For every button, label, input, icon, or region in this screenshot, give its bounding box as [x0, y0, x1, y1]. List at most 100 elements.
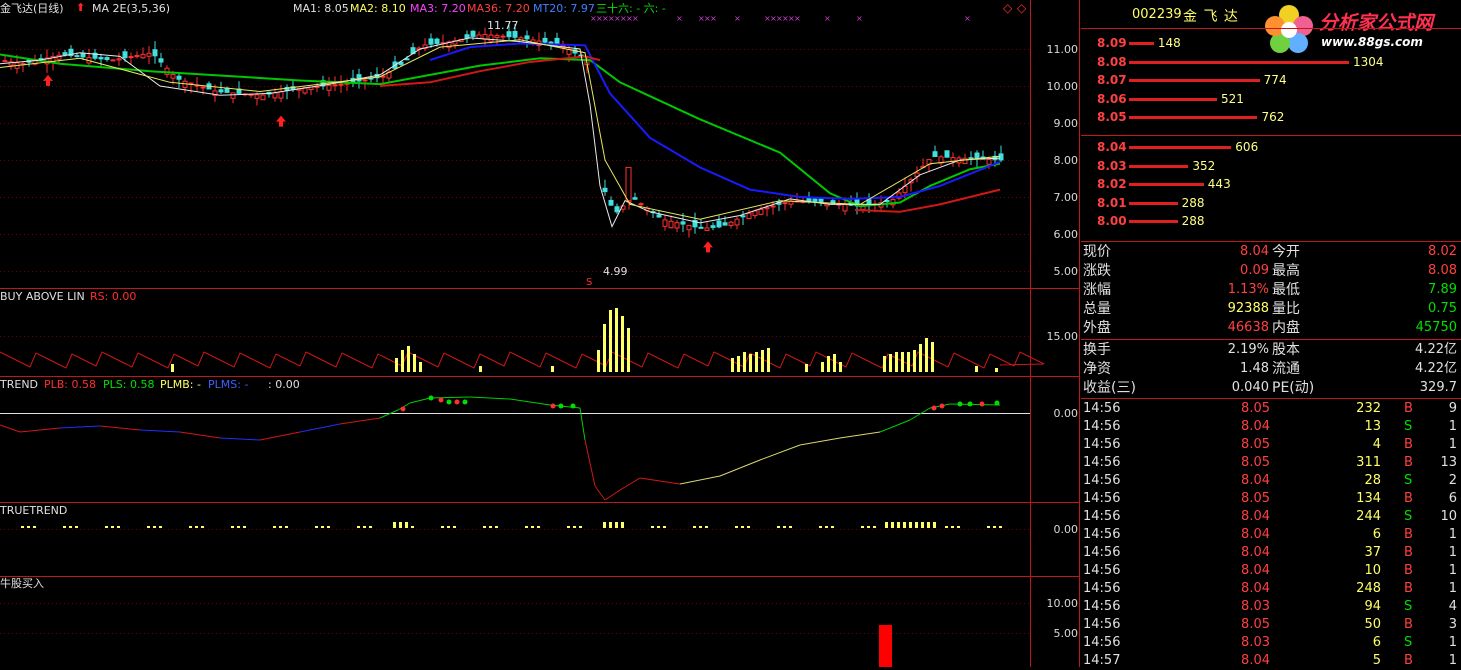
trend-dot [428, 395, 434, 401]
tick-side: B [1404, 653, 1413, 668]
buy-arrow-icon [43, 74, 53, 86]
diamond-icon[interactable]: ◇ [1003, 2, 1012, 14]
candle-body [494, 35, 500, 39]
tick-side: B [1404, 581, 1413, 596]
candle-body [782, 202, 788, 205]
candle-body [968, 157, 974, 160]
truetrend-bar [285, 526, 288, 528]
tick-row[interactable]: 14:56 8.03 6 S 1 [1081, 634, 1461, 652]
tick-time: 14:56 [1083, 527, 1121, 542]
tick-side: S [1404, 509, 1413, 524]
truetrend-bar [195, 526, 198, 528]
info-value: 0.040 [1231, 380, 1269, 395]
chart-area[interactable]: × × × × × × × × × × × × × × × × × × × × × × 金飞达(日线) ⬆ MA 2E(3… [0, 0, 1080, 667]
tick-row[interactable]: 14:56 8.05 232 B 9 [1081, 400, 1461, 418]
tick-time: 14:56 [1083, 491, 1121, 506]
trend-segment [469, 396, 511, 400]
chart-canvas[interactable]: × × × × × × × × × × × × × × × × × × × × × × [0, 0, 1080, 667]
book-bar [1129, 164, 1189, 168]
truetrend-bar [741, 526, 744, 528]
signal-marks: × × × × × × × × × × × × × × × × × × × × × × [43, 14, 971, 253]
book-price: 8.04 [1097, 140, 1127, 154]
candle-body [632, 197, 638, 200]
tick-row[interactable]: 14:56 8.04 10 B 1 [1081, 562, 1461, 580]
trend-segment [339, 417, 381, 425]
stock-code: 002239 [1132, 7, 1182, 22]
candle-body [98, 57, 104, 60]
stock-name: 金 飞 达 [1183, 9, 1239, 25]
book-price: 8.06 [1097, 91, 1127, 106]
book-volume: 521 [1221, 91, 1244, 106]
book-bar [1129, 220, 1178, 223]
tick-time: 14:56 [1083, 419, 1121, 434]
candle-body [704, 227, 710, 231]
panel2-rs: RS: 0.00 [90, 290, 137, 303]
signal-x-mark: × [964, 14, 971, 23]
signal-x-mark: × [676, 14, 683, 23]
trend-dot [558, 403, 564, 409]
candle-body [104, 57, 110, 61]
candle-body [80, 52, 86, 58]
tick-price: 8.03 [1241, 599, 1270, 614]
tick-volume: 244 [1356, 509, 1381, 524]
trend-segment [509, 398, 551, 406]
truetrend-bar [153, 526, 156, 528]
stat-value: 45750 [1415, 320, 1457, 335]
mt20-value: MT20: 7.97 [533, 2, 595, 15]
tick-price: 8.04 [1241, 581, 1270, 596]
trend-dot [570, 403, 576, 409]
tick-side: S [1404, 599, 1413, 614]
stat-value: 8.08 [1428, 263, 1457, 278]
truetrend-bar [885, 522, 888, 528]
book-row: 8.05 762 [1081, 108, 1461, 126]
truetrend-bar [663, 526, 666, 528]
tick-count: 1 [1448, 581, 1457, 596]
tick-row[interactable]: 14:56 8.03 94 S 4 [1081, 598, 1461, 616]
truetrend-bar [237, 526, 240, 528]
tick-list[interactable]: 14:56 8.05 232 B 9 14:56 8.04 13 S 1 14:56 8.05 4 B 1 1… [1081, 400, 1461, 670]
tick-row[interactable]: 14:56 8.05 4 B 1 [1081, 436, 1461, 454]
buy-above-bar [767, 348, 770, 372]
tick-row[interactable]: 14:57 8.04 5 B 1 [1081, 652, 1461, 670]
truetrend-bar [873, 526, 876, 528]
truetrend-bar [537, 526, 540, 528]
tick-row[interactable]: 14:56 8.04 6 B 1 [1081, 526, 1461, 544]
info-label: 净资 [1083, 361, 1111, 377]
diamond-icon-2[interactable]: ◇ [1017, 2, 1026, 14]
truetrend-bar [705, 526, 708, 528]
tick-count: 6 [1448, 491, 1457, 506]
truetrend-bar [369, 526, 372, 528]
tick-side: B [1404, 437, 1413, 452]
stat-value: 7.89 [1428, 282, 1457, 297]
book-price: 8.07 [1097, 73, 1127, 87]
panel3-v: : 0.00 [268, 378, 300, 391]
trend-segment [139, 429, 181, 433]
truetrend-bar [321, 526, 324, 528]
buy-above-bar [395, 358, 398, 372]
tick-row[interactable]: 14:56 8.05 311 B 13 [1081, 454, 1461, 472]
candle-body [950, 157, 956, 162]
stat-row: 现价 8.04 今开 8.02 [1081, 243, 1461, 261]
tick-row[interactable]: 14:56 8.05 50 B 3 [1081, 616, 1461, 634]
tick-row[interactable]: 14:56 8.04 28 S 2 [1081, 472, 1461, 490]
tick-row[interactable]: 14:56 8.04 248 B 1 [1081, 580, 1461, 598]
tick-price: 8.05 [1241, 437, 1270, 452]
candle-body [332, 84, 338, 87]
trend-segment [59, 425, 101, 429]
stat-label: 量比 [1272, 301, 1300, 317]
trend-segment [719, 459, 761, 477]
candle-body [338, 83, 344, 86]
candle-body [146, 52, 152, 57]
candle-body [722, 222, 728, 226]
truetrend-bar [897, 522, 900, 528]
tick-row[interactable]: 14:56 8.04 13 S 1 [1081, 418, 1461, 436]
trend-segment [594, 485, 606, 501]
tick-row[interactable]: 14:56 8.04 37 B 1 [1081, 544, 1461, 562]
tick-row[interactable]: 14:56 8.04 244 S 10 [1081, 508, 1461, 526]
candle-body [470, 30, 476, 37]
tick-row[interactable]: 14:56 8.05 134 B 6 [1081, 490, 1461, 508]
trend-segment [99, 425, 141, 431]
buy-above-bar [805, 364, 808, 372]
stats-table: 现价 8.04 今开 8.02 涨跌 0.09 最高 8.08 涨幅 1.13% 最低 7.89 总量 9… [1081, 243, 1461, 339]
stat-value: 8.04 [1240, 244, 1269, 259]
